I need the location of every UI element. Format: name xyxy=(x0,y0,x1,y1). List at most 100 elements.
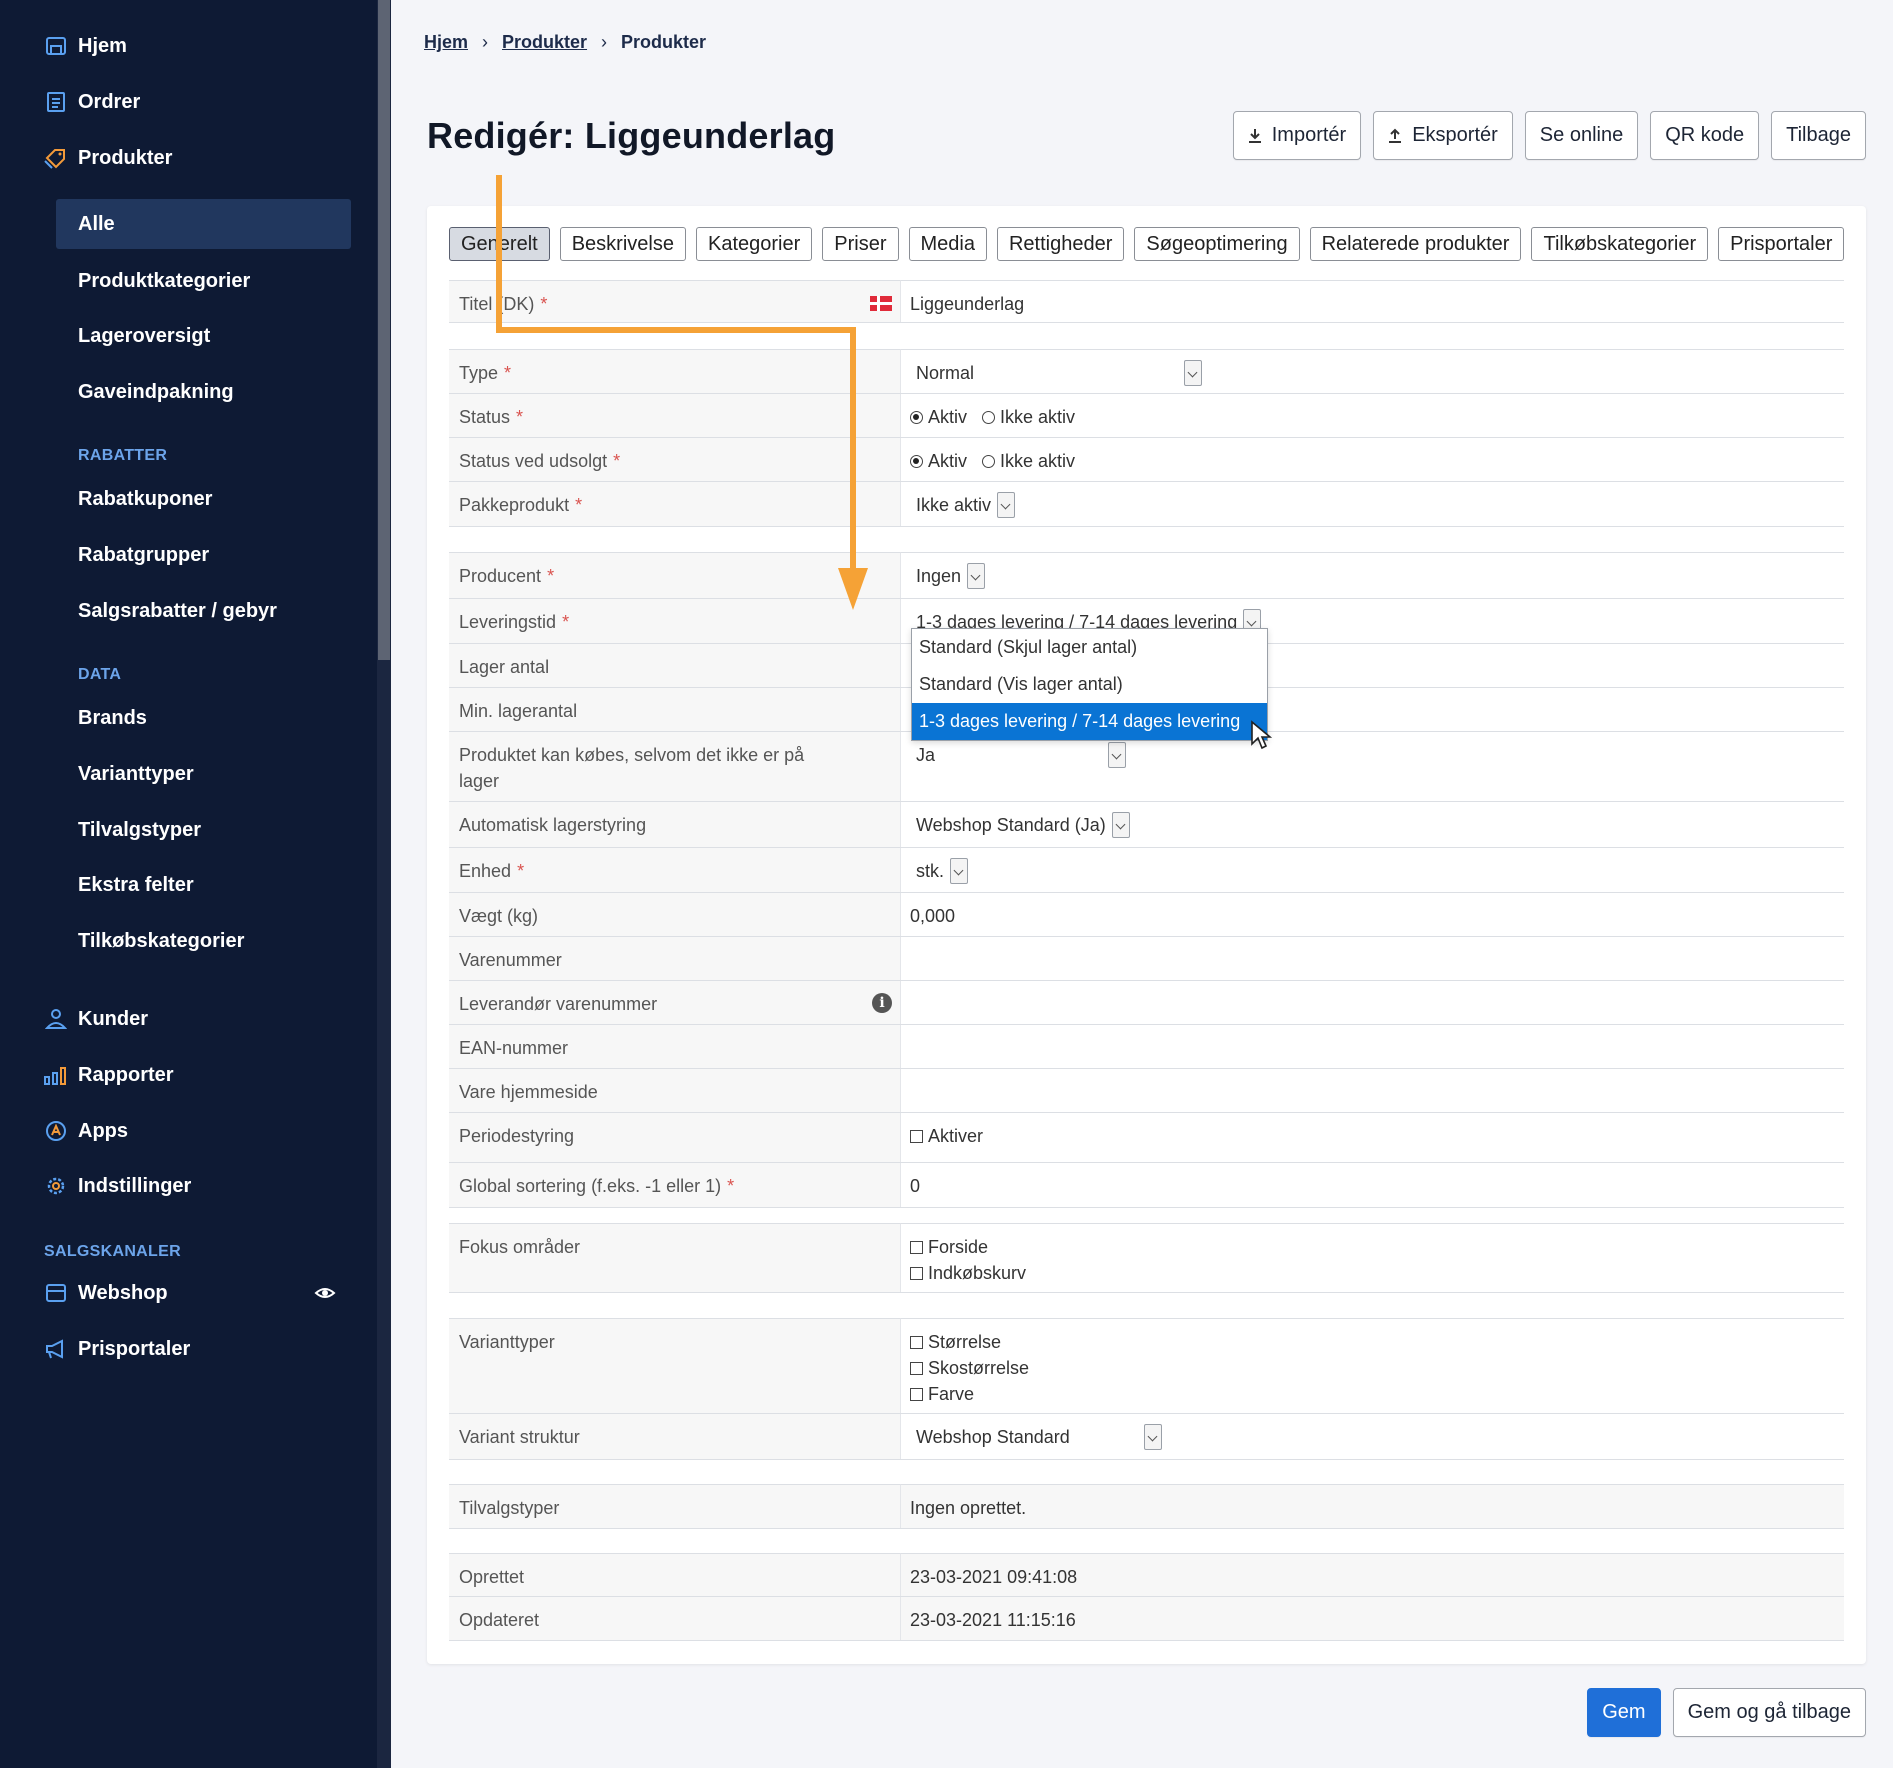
save-button[interactable]: Gem xyxy=(1587,1688,1661,1737)
tab-relaterede-produkter[interactable]: Relaterede produkter xyxy=(1309,227,1522,261)
field-value: Ja xyxy=(901,732,1844,801)
sidebar-item-rapporter[interactable]: Rapporter xyxy=(0,1050,377,1100)
see-online-button[interactable]: Se online xyxy=(1524,111,1639,160)
udsolgt-radio-ikke-aktiv[interactable]: Ikke aktiv xyxy=(982,448,1075,474)
danish-flag-icon[interactable] xyxy=(870,296,892,311)
sortering-input[interactable]: 0 xyxy=(901,1163,1844,1207)
eye-icon[interactable] xyxy=(314,1282,336,1304)
sidebar-item-label: Indstillinger xyxy=(78,1174,192,1197)
sidebar-item-label: Hjem xyxy=(78,34,127,57)
sidebar-item-ekstra-felter[interactable]: Ekstra felter xyxy=(0,860,377,910)
tab-kategorier[interactable]: Kategorier xyxy=(695,227,813,261)
variant-checkbox-storrelse[interactable]: Størrelse xyxy=(910,1329,1835,1355)
periodestyring-checkbox[interactable]: Aktiver xyxy=(910,1123,1835,1149)
fokus-checkbox-forside[interactable]: Forside xyxy=(910,1234,1835,1260)
variant-checkbox-farve[interactable]: Farve xyxy=(910,1381,1835,1407)
sidebar-item-prisportaler[interactable]: Prisportaler xyxy=(0,1324,377,1374)
field-label: Status * xyxy=(449,394,901,437)
tab-priser[interactable]: Priser xyxy=(822,227,899,261)
sidebar-item-produktkategorier[interactable]: Produktkategorier xyxy=(0,256,377,306)
tab-prisportaler[interactable]: Prisportaler xyxy=(1718,227,1845,261)
sidebar-item-hjem[interactable]: Hjem xyxy=(0,21,377,71)
pakkeprodukt-select[interactable]: Ikke aktiv xyxy=(910,492,1016,518)
field-value: Ingen xyxy=(901,552,1844,598)
sidebar-item-indstillinger[interactable]: Indstillinger xyxy=(0,1161,377,1211)
sidebar: Hjem Ordrer Produkter Alle Produktkatego… xyxy=(0,0,391,1768)
breadcrumb-produkter[interactable]: Produkter xyxy=(502,32,587,53)
form-row-hjemmeside: Vare hjemmeside xyxy=(449,1069,1844,1113)
sidebar-item-lageroversigt[interactable]: Lageroversigt xyxy=(0,311,377,361)
import-button[interactable]: Importér xyxy=(1232,111,1362,160)
home-icon xyxy=(44,34,68,58)
vaegt-input[interactable]: 0,000 xyxy=(901,893,1844,936)
tab-generelt[interactable]: Generelt xyxy=(449,227,550,261)
field-value: Størrelse Skostørrelse Farve xyxy=(901,1318,1844,1413)
field-label: Global sortering (f.eks. -1 eller 1) * xyxy=(449,1163,901,1207)
field-label: Varenummer xyxy=(449,937,901,980)
sidebar-item-brands[interactable]: Brands xyxy=(0,693,377,743)
status-radio-ikke-aktiv[interactable]: Ikke aktiv xyxy=(982,404,1075,430)
tab-beskrivelse[interactable]: Beskrivelse xyxy=(559,227,686,261)
auto-lager-select[interactable]: Webshop Standard (Ja) xyxy=(910,812,1130,838)
sidebar-scrollbar-thumb[interactable] xyxy=(378,0,390,660)
sidebar-item-webshop[interactable]: Webshop xyxy=(0,1268,377,1318)
save-and-back-button[interactable]: Gem og gå tilbage xyxy=(1672,1688,1866,1737)
sidebar-item-gaveindpakning[interactable]: Gaveindpakning xyxy=(0,367,377,417)
export-button[interactable]: Eksportér xyxy=(1373,111,1513,160)
sidebar-item-salgsrabatter[interactable]: Salgsrabatter / gebyr xyxy=(0,586,377,636)
sidebar-item-kunder[interactable]: Kunder xyxy=(0,994,377,1044)
upload-icon xyxy=(1389,128,1402,143)
sidebar-item-tilvalgstyper[interactable]: Tilvalgstyper xyxy=(0,805,377,855)
variant-checkbox-skostorrelse[interactable]: Skostørrelse xyxy=(910,1355,1835,1381)
field-label: Vare hjemmeside xyxy=(449,1069,901,1112)
sidebar-item-ordrer[interactable]: Ordrer xyxy=(0,77,377,127)
sidebar-item-produkter[interactable]: Produkter xyxy=(0,133,377,183)
hjemmeside-input[interactable] xyxy=(901,1069,1844,1112)
sidebar-scrollbar[interactable] xyxy=(377,0,391,1768)
dropdown-option-selected[interactable]: 1-3 dages levering / 7-14 dages levering xyxy=(912,703,1267,740)
variant-struktur-select[interactable]: Webshop Standard xyxy=(910,1424,1162,1450)
sidebar-item-tilkobskategorier[interactable]: Tilkøbskategorier xyxy=(0,916,377,966)
back-button[interactable]: Tilbage xyxy=(1771,111,1866,160)
tab-rettigheder[interactable]: Rettigheder xyxy=(996,227,1125,261)
tab-media[interactable]: Media xyxy=(908,227,987,261)
dropdown-option[interactable]: Standard (Vis lager antal) xyxy=(912,666,1267,703)
kan-kobes-select[interactable]: Ja xyxy=(910,742,1126,768)
field-label: Leverandør varenummer i xyxy=(449,981,901,1024)
type-select[interactable]: Normal xyxy=(910,360,1202,386)
tab-tilkobskategorier[interactable]: Tilkøbskategorier xyxy=(1531,227,1709,261)
tilvalgstyper-value: Ingen oprettet. xyxy=(901,1484,1844,1528)
sidebar-item-alle[interactable]: Alle xyxy=(56,199,351,249)
sidebar-item-label: Gaveindpakning xyxy=(78,380,234,403)
sidebar-item-varianttyper[interactable]: Varianttyper xyxy=(0,749,377,799)
ean-input[interactable] xyxy=(901,1025,1844,1068)
field-value: Forside Indkøbskurv xyxy=(901,1223,1844,1292)
field-value: stk. xyxy=(901,848,1844,892)
breadcrumb: Hjem › Produkter › Produkter xyxy=(424,32,706,53)
field-value: Ikke aktiv xyxy=(901,482,1844,526)
tab-sogeoptimering[interactable]: Søgeoptimering xyxy=(1134,227,1300,261)
bottom-actions: Gem Gem og gå tilbage xyxy=(1587,1688,1866,1737)
leverandor-varenummer-input[interactable] xyxy=(901,981,1844,1024)
form-row-variant-struktur: Variant struktur Webshop Standard xyxy=(449,1414,1844,1460)
udsolgt-radio-aktiv[interactable]: Aktiv xyxy=(910,448,967,474)
breadcrumb-hjem[interactable]: Hjem xyxy=(424,32,468,53)
sidebar-item-rabatkuponer[interactable]: Rabatkuponer xyxy=(0,474,377,524)
producent-select[interactable]: Ingen xyxy=(910,563,986,589)
chevron-down-icon xyxy=(1144,1424,1162,1450)
field-label: Status ved udsolgt * xyxy=(449,438,901,481)
sidebar-item-rabatgrupper[interactable]: Rabatgrupper xyxy=(0,530,377,580)
varenummer-input[interactable] xyxy=(901,937,1844,980)
dropdown-option[interactable]: Standard (Skjul lager antal) xyxy=(912,629,1267,666)
status-radio-aktiv[interactable]: Aktiv xyxy=(910,404,967,430)
info-icon[interactable]: i xyxy=(872,993,892,1013)
qr-code-button[interactable]: QR kode xyxy=(1650,111,1760,160)
apps-icon xyxy=(44,1119,68,1143)
form-row-leverandor-varenummer: Leverandør varenummer i xyxy=(449,981,1844,1025)
field-label: EAN-nummer xyxy=(449,1025,901,1068)
page-title: Redigér: Liggeunderlag xyxy=(427,115,836,156)
sidebar-item-apps[interactable]: Apps xyxy=(0,1106,377,1156)
fokus-checkbox-indkobskurv[interactable]: Indkøbskurv xyxy=(910,1260,1835,1286)
title-input[interactable]: Liggeunderlag xyxy=(901,280,1844,322)
enhed-select[interactable]: stk. xyxy=(910,858,969,884)
